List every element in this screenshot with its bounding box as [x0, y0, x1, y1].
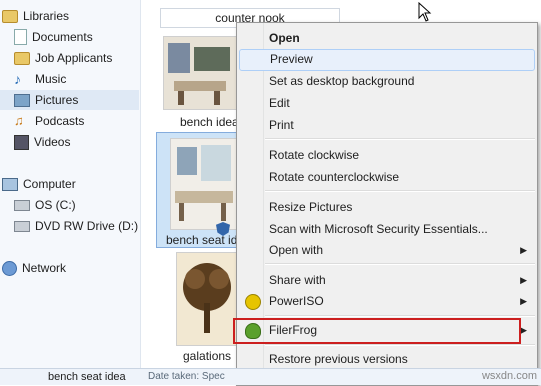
menu-item-label: PowerISO [269, 294, 324, 308]
details-pane: bench seat idea Date taken: Spec [0, 368, 541, 385]
documents-icon [14, 29, 27, 45]
nav-item-label: Videos [34, 135, 71, 149]
highlight-box [233, 318, 521, 344]
menu-item-preview[interactable]: Preview [239, 49, 535, 71]
menu-item-open-with[interactable]: Open with ▶ [239, 240, 535, 260]
nav-item-podcasts[interactable]: ♫ Podcasts [14, 111, 84, 131]
nav-item-documents[interactable]: Documents [14, 27, 93, 47]
menu-item-rotate-counterclockwise[interactable]: Rotate counterclockwise [239, 167, 535, 187]
nav-item-label: DVD RW Drive (D:) A [35, 219, 141, 233]
drive-icon [14, 199, 30, 211]
menu-item-label: Scan with Microsoft Security Essentials.… [269, 222, 488, 236]
libraries-icon [2, 9, 18, 23]
thumbnail-label: bench seat id [166, 233, 236, 247]
menu-item-label: Open [269, 31, 300, 45]
nav-item-libraries[interactable]: Libraries [2, 6, 69, 26]
menu-item-edit[interactable]: Edit [239, 93, 535, 113]
network-icon [2, 260, 17, 276]
menu-item-label: Share with [269, 273, 326, 287]
computer-icon [2, 177, 18, 191]
menu-item-label: Set as desktop background [269, 74, 415, 88]
menu-item-print[interactable]: Print [239, 115, 535, 135]
thumbnail-label: galations [183, 349, 232, 363]
navigation-pane: Libraries Documents Job Applicants ♪ Mus… [0, 0, 141, 384]
menu-item-label: Restore previous versions [269, 352, 408, 366]
thumbnail-label: bench idea [180, 115, 236, 129]
pictures-icon [14, 93, 30, 107]
folder-icon [14, 51, 30, 65]
nav-item-pictures[interactable]: Pictures [0, 90, 139, 110]
photo-thumbnail [177, 253, 237, 345]
menu-item-share-with[interactable]: Share with ▶ [239, 270, 535, 290]
podcasts-icon: ♫ [14, 113, 24, 128]
dvd-drive-icon [14, 220, 30, 232]
nav-item-label: Documents [32, 30, 93, 44]
menu-item-resize-pictures[interactable]: Resize Pictures [239, 197, 535, 217]
menu-item-label: Rotate counterclockwise [269, 170, 400, 184]
nav-item-label: Podcasts [35, 114, 85, 128]
menu-item-label: Print [269, 118, 294, 132]
thumbnail-galations[interactable] [176, 252, 238, 346]
nav-item-label: Pictures [35, 93, 79, 107]
menu-item-label: Edit [269, 96, 290, 110]
menu-item-label: Preview [270, 52, 313, 66]
nav-item-music[interactable]: ♪ Music [14, 69, 66, 89]
menu-item-label: Rotate clockwise [269, 148, 360, 162]
nav-item-videos[interactable]: Videos [14, 132, 70, 152]
thumbnail-bench-idea[interactable] [163, 36, 237, 110]
details-meta: Date taken: Spec [148, 371, 225, 382]
nav-item-label: Music [35, 72, 67, 86]
nav-item-label: Computer [23, 177, 76, 191]
menu-item-restore-previous-versions[interactable]: Restore previous versions [239, 349, 535, 369]
photo-thumbnail [171, 139, 237, 229]
nav-item-label: Network [22, 261, 67, 275]
menu-item-poweriso[interactable]: PowerISO ▶ [239, 291, 535, 311]
submenu-arrow-icon: ▶ [520, 296, 527, 306]
thumbnail-bench-seat-idea[interactable] [170, 138, 238, 230]
nav-item-dvd-drive[interactable]: DVD RW Drive (D:) A [14, 216, 141, 236]
nav-item-job-applicants[interactable]: Job Applicants [14, 48, 112, 68]
menu-item-set-desktop-background[interactable]: Set as desktop background [239, 71, 535, 91]
details-filename: bench seat idea [48, 371, 126, 383]
submenu-arrow-icon: ▶ [520, 325, 527, 335]
nav-item-label: Libraries [23, 9, 70, 23]
menu-item-scan-security-essentials[interactable]: Scan with Microsoft Security Essentials.… [216, 219, 535, 239]
nav-item-network[interactable]: Network [2, 258, 66, 278]
nav-item-label: Job Applicants [35, 51, 113, 65]
menu-separator [265, 315, 535, 317]
watermark: wsxdn.com [481, 370, 537, 382]
menu-item-rotate-clockwise[interactable]: Rotate clockwise [239, 145, 535, 165]
submenu-arrow-icon: ▶ [520, 275, 527, 285]
music-icon: ♪ [14, 71, 21, 87]
menu-item-open[interactable]: Open [239, 28, 535, 48]
menu-separator [265, 190, 535, 192]
poweriso-disc-icon [245, 294, 261, 310]
nav-item-os-c[interactable]: OS (C:) [14, 195, 76, 215]
submenu-arrow-icon: ▶ [520, 245, 527, 255]
menu-separator [265, 344, 535, 346]
videos-icon [14, 134, 29, 150]
menu-item-label: Resize Pictures [269, 200, 353, 214]
mouse-cursor-icon [418, 2, 432, 22]
menu-item-label: Open with [269, 243, 324, 257]
nav-item-computer[interactable]: Computer [2, 174, 76, 194]
menu-separator [265, 263, 535, 265]
nav-item-label: OS (C:) [35, 198, 76, 212]
photo-thumbnail [164, 37, 236, 109]
menu-separator [265, 138, 535, 140]
